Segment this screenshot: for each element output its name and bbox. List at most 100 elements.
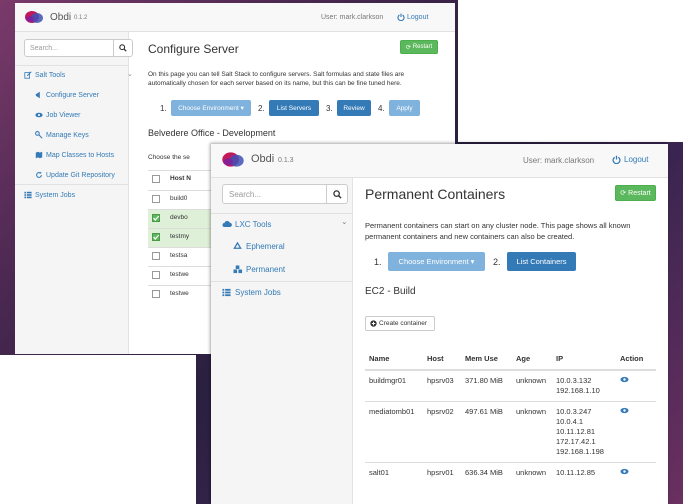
sidebar-item-label[interactable]: Manage Keys bbox=[46, 132, 89, 139]
sidebar-item-system-jobs[interactable]: System Jobs bbox=[24, 191, 75, 199]
sidebar-item-configure-server[interactable]: Configure Server bbox=[35, 91, 99, 99]
step-number: 1. bbox=[374, 257, 382, 267]
choose-environment-button[interactable]: Choose Environment ▾ bbox=[388, 252, 485, 271]
sidebar-item-map-classes[interactable]: Map Classes to Hosts bbox=[35, 151, 114, 159]
row-checkbox[interactable] bbox=[152, 195, 160, 203]
sidebar-group-lxc-tools[interactable]: LXC Tools bbox=[222, 219, 271, 229]
logout-label[interactable]: Logout bbox=[624, 155, 648, 164]
map-icon bbox=[35, 151, 43, 159]
blank-area bbox=[0, 355, 196, 504]
restart-button[interactable]: ⟳ Restart bbox=[400, 40, 438, 54]
step-number: 4. bbox=[378, 104, 385, 113]
search-input[interactable]: Search... bbox=[24, 39, 114, 57]
sidebar-item-update-git[interactable]: Update Git Repository bbox=[35, 171, 115, 179]
search-box: Search... bbox=[222, 184, 348, 204]
list-containers-button[interactable]: List Containers bbox=[507, 252, 576, 271]
main-content: Permanent Containers ⟳ Restart Permanent… bbox=[353, 178, 668, 504]
row-checkbox[interactable] bbox=[152, 290, 160, 298]
key-icon bbox=[35, 131, 43, 139]
sidebar-item-label[interactable]: Ephemeral bbox=[246, 242, 285, 251]
divider bbox=[211, 281, 353, 282]
step-number: 2. bbox=[258, 104, 265, 113]
ip-cell: 10.0.3.132 192.168.1.10 bbox=[552, 369, 616, 402]
search-button[interactable] bbox=[327, 184, 348, 204]
row-checkbox[interactable] bbox=[152, 214, 160, 222]
ip-address: 192.168.1.10 bbox=[556, 386, 600, 395]
list-servers-button[interactable]: List Servers bbox=[269, 100, 319, 116]
sidebar-item-permanent[interactable]: Permanent bbox=[233, 265, 285, 274]
list-icon bbox=[24, 191, 32, 199]
refresh-icon bbox=[36, 171, 42, 178]
power-icon bbox=[397, 13, 405, 21]
sidebar-item-label[interactable]: Job Viewer bbox=[46, 112, 81, 119]
restart-label[interactable]: Restart bbox=[628, 190, 651, 197]
age-cell: unknown bbox=[512, 369, 552, 402]
row-checkbox[interactable] bbox=[152, 233, 160, 241]
chevron-down-icon[interactable]: ⌄ bbox=[341, 217, 348, 226]
eye-icon bbox=[35, 112, 43, 118]
create-container-label[interactable]: Create container bbox=[379, 320, 427, 327]
obdi-logo-icon bbox=[25, 11, 43, 23]
blank-area bbox=[458, 0, 683, 142]
brand-name[interactable]: Obdi bbox=[50, 12, 71, 23]
sidebar-item-label[interactable]: System Jobs bbox=[235, 288, 281, 297]
sidebar-item-ephemeral[interactable]: Ephemeral bbox=[233, 242, 285, 251]
logout-label[interactable]: Logout bbox=[407, 14, 428, 21]
search-icon bbox=[332, 189, 342, 199]
select-all-checkbox[interactable] bbox=[152, 175, 160, 183]
sidebar-group-label[interactable]: LXC Tools bbox=[235, 220, 271, 229]
mem-use-cell: 497.61 MiB bbox=[461, 401, 512, 463]
divider bbox=[211, 213, 353, 214]
action-cell bbox=[616, 369, 656, 402]
create-container-button[interactable]: Create container bbox=[365, 316, 435, 331]
sidebar-item-manage-keys[interactable]: Manage Keys bbox=[35, 131, 89, 139]
permanent-containers-window: Obdi 0.1.3 User: mark.clarkson Logout Se… bbox=[211, 144, 668, 504]
logout-link[interactable]: Logout bbox=[612, 155, 648, 164]
restart-button[interactable]: ⟳ Restart bbox=[615, 185, 656, 201]
name-cell: buildmgr01 bbox=[365, 369, 423, 402]
divider bbox=[15, 184, 129, 185]
choose-environment-button[interactable]: Choose Environment ▾ bbox=[171, 100, 251, 116]
column-header-action: Action bbox=[616, 350, 656, 371]
sidebar-group-salt-tools[interactable]: Salt Tools bbox=[24, 71, 65, 79]
sidebar-item-label[interactable]: System Jobs bbox=[35, 192, 75, 199]
search-input[interactable]: Search... bbox=[222, 184, 327, 204]
restart-label[interactable]: Restart bbox=[413, 44, 432, 50]
column-header-age: Age bbox=[512, 350, 552, 371]
ip-address: 10.11.12.81 bbox=[556, 427, 596, 436]
eye-icon[interactable] bbox=[620, 468, 629, 475]
sidebar-item-job-viewer[interactable]: Job Viewer bbox=[35, 111, 81, 119]
row-checkbox[interactable] bbox=[152, 252, 160, 260]
age-cell: unknown bbox=[512, 401, 552, 463]
search-icon bbox=[119, 44, 127, 52]
sidebar-item-system-jobs[interactable]: System Jobs bbox=[222, 288, 281, 297]
host-cell: hpsrv01 bbox=[423, 462, 461, 483]
page-title: Permanent Containers bbox=[365, 186, 506, 202]
logout-link[interactable]: Logout bbox=[397, 13, 428, 21]
row-checkbox[interactable] bbox=[152, 271, 160, 279]
containers-table: Name Host Mem Use Age IP Action buildmgr… bbox=[365, 350, 656, 483]
refresh-icon: ⟳ bbox=[405, 44, 411, 51]
plus-circle-icon bbox=[370, 320, 377, 327]
column-header-host: Host bbox=[423, 350, 461, 371]
column-header-mem-use: Mem Use bbox=[461, 350, 512, 371]
navbar: Obdi 0.1.2 User: mark.clarkson Logout bbox=[15, 3, 455, 32]
column-header-ip: IP bbox=[552, 350, 616, 371]
sidebar-group-label[interactable]: Salt Tools bbox=[35, 72, 65, 79]
cloud-icon bbox=[222, 220, 232, 227]
review-button[interactable]: Review bbox=[337, 100, 371, 116]
sidebar-item-label[interactable]: Update Git Repository bbox=[46, 172, 115, 179]
age-cell: unknown bbox=[512, 462, 552, 483]
user-label: User: mark.clarkson bbox=[523, 156, 595, 165]
sidebar: Search... LXC Tools ⌄ Ephemeral Permanen… bbox=[211, 178, 353, 504]
bullhorn-icon bbox=[35, 91, 40, 99]
sidebar-item-label[interactable]: Permanent bbox=[246, 265, 285, 274]
ip-address: 192.168.1.198 bbox=[556, 447, 604, 456]
sidebar-item-label[interactable]: Map Classes to Hosts bbox=[46, 152, 114, 159]
list-icon bbox=[222, 288, 231, 297]
eye-icon[interactable] bbox=[620, 376, 629, 383]
sidebar-item-label[interactable]: Configure Server bbox=[46, 92, 99, 99]
brand-name[interactable]: Obdi bbox=[251, 153, 274, 165]
eye-icon[interactable] bbox=[620, 407, 629, 414]
apply-button[interactable]: Apply bbox=[389, 100, 420, 116]
